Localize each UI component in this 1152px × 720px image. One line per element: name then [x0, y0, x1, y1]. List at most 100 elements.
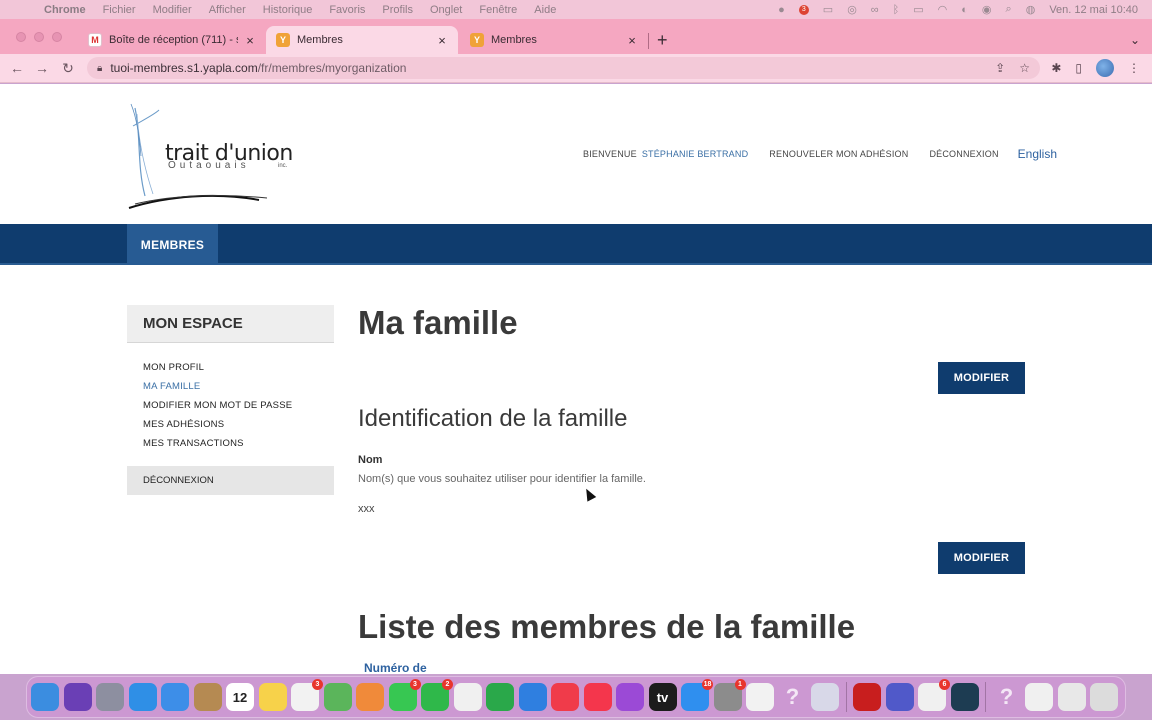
extensions-puzzle-icon[interactable]: ✱	[1051, 61, 1061, 75]
gmail-icon: M	[88, 33, 102, 47]
side-panel-icon[interactable]: ▯	[1075, 61, 1082, 75]
music-icon[interactable]	[583, 683, 612, 711]
tab-gmail[interactable]: M Boîte de réception (711) - sylvi ×	[78, 26, 266, 54]
back-arrow-icon[interactable]: ←	[7, 58, 27, 78]
acrobat-icon[interactable]	[853, 683, 881, 711]
contacts-icon[interactable]	[193, 683, 222, 711]
notes-icon[interactable]	[258, 683, 287, 711]
bluetooth-icon[interactable]: ᛒ	[893, 4, 900, 16]
help-2-icon[interactable]: ?	[993, 683, 1021, 711]
sidebar-item-mon-profil[interactable]: MON PROFIL	[143, 358, 334, 377]
finder-icon[interactable]	[31, 683, 59, 711]
minimize-window-button[interactable]	[34, 32, 44, 42]
address-bar[interactable]: 🔒︎ tuoi-membres.s1.yapla.com/fr/membres/…	[87, 57, 1040, 79]
chrome-menu-icon[interactable]: ⋮	[1128, 61, 1140, 75]
page-title: Ma famille	[358, 304, 518, 341]
window-controls	[16, 32, 62, 42]
launchpad-icon[interactable]	[96, 683, 124, 711]
safari-icon[interactable]	[128, 683, 157, 711]
forward-arrow-icon[interactable]: →	[32, 58, 52, 78]
menu-profils[interactable]: Profils	[382, 4, 413, 16]
sidebar-item-ma-famille[interactable]: MA FAMILLE	[143, 377, 334, 396]
vpn-icon[interactable]	[950, 683, 979, 711]
menu-fichier[interactable]: Fichier	[103, 4, 136, 16]
creative-cloud-icon[interactable]: ∞	[871, 4, 879, 16]
sync-icon[interactable]: ◎	[847, 3, 857, 16]
virtualbox-icon[interactable]	[811, 683, 839, 711]
menu-app-name[interactable]: Chrome	[44, 4, 86, 16]
system-settings-icon[interactable]: 1	[713, 679, 746, 711]
news-icon[interactable]	[551, 683, 579, 711]
table-column-header[interactable]: Numéro de	[364, 661, 427, 674]
nav-membres[interactable]: MEMBRES	[127, 224, 218, 265]
renew-membership-link[interactable]: RENOUVELER MON ADHÉSION	[769, 149, 908, 159]
dock-badge: 1	[734, 679, 746, 690]
menu-afficher[interactable]: Afficher	[209, 4, 246, 16]
battery-icon[interactable]: ▭	[913, 3, 923, 16]
share-icon[interactable]: ⇪	[995, 61, 1005, 75]
calendar-icon[interactable]: 12	[226, 683, 254, 711]
close-window-button[interactable]	[16, 32, 26, 42]
dock-badge: 6	[939, 679, 950, 690]
hd-icon[interactable]: ▭	[823, 3, 833, 16]
clock[interactable]: Ven. 12 mai 10:40	[1049, 4, 1138, 16]
numbers-icon[interactable]	[486, 683, 514, 711]
minimized-window-icon[interactable]	[1057, 683, 1086, 711]
field-value-nom: xxx	[358, 503, 375, 515]
close-tab-icon[interactable]: ×	[626, 33, 638, 48]
language-switch-link[interactable]: English	[1018, 147, 1057, 161]
siri-icon[interactable]	[63, 683, 92, 711]
slack-icon[interactable]: 6	[918, 679, 950, 711]
photos-icon[interactable]	[356, 683, 384, 711]
menu-historique[interactable]: Historique	[263, 4, 313, 16]
tv-icon[interactable]: tv	[648, 683, 677, 711]
zoom-window-button[interactable]	[52, 32, 62, 42]
keynote-icon[interactable]	[518, 683, 547, 711]
main-content: Ma famille MODIFIER Identification de la…	[358, 304, 1025, 674]
tab-membres-active[interactable]: Y Membres ×	[266, 26, 458, 54]
tab-search-chevron-icon[interactable]: ⌄	[1130, 33, 1140, 47]
sidebar-item-mes-transactions[interactable]: MES TRANSACTIONS	[143, 434, 334, 453]
notification-badge[interactable]: 3	[798, 4, 809, 15]
wifi-icon[interactable]: ◠	[938, 3, 948, 16]
teams-icon[interactable]	[885, 683, 914, 711]
sidebar-item-mes-adhesions[interactable]: MES ADHÉSIONS	[143, 415, 334, 434]
preview-icon[interactable]	[1025, 683, 1053, 711]
lock-icon[interactable]: 🔒︎	[97, 63, 102, 74]
freeform-icon[interactable]	[453, 683, 482, 711]
main-nav-bar: MEMBRES	[0, 224, 1152, 265]
new-tab-icon[interactable]: +	[657, 30, 668, 51]
facetime-icon[interactable]: 2	[421, 679, 453, 711]
app-store-icon[interactable]: 18	[681, 679, 713, 711]
menu-fenetre[interactable]: Fenêtre	[479, 4, 517, 16]
menu-modifier[interactable]: Modifier	[153, 4, 192, 16]
microphone-icon[interactable]: ●	[778, 4, 785, 16]
close-tab-icon[interactable]: ×	[244, 33, 256, 48]
menu-favoris[interactable]: Favoris	[329, 4, 365, 16]
spotlight-search-icon[interactable]: ⌕	[1006, 3, 1012, 16]
reminders-icon[interactable]: 3	[291, 679, 323, 711]
sidebar-item-deconnexion[interactable]: DÉCONNEXION	[127, 466, 334, 495]
user-icon[interactable]: ◉	[982, 3, 992, 16]
close-tab-icon[interactable]: ×	[436, 33, 448, 48]
tab-membres[interactable]: Y Membres ×	[460, 26, 648, 54]
podcasts-icon[interactable]	[616, 683, 644, 711]
sidebar-item-modifier-mot-de-passe[interactable]: MODIFIER MON MOT DE PASSE	[143, 396, 334, 415]
help-icon[interactable]: ?	[779, 683, 807, 711]
bookmark-star-icon[interactable]: ☆	[1019, 61, 1030, 75]
chrome-icon[interactable]	[746, 683, 774, 711]
mail-icon[interactable]	[161, 683, 189, 711]
modify-button-top[interactable]: MODIFIER	[938, 362, 1025, 394]
modify-button-bottom[interactable]: MODIFIER	[938, 542, 1025, 574]
control-center-icon[interactable]: ◐	[961, 4, 968, 16]
maps-icon[interactable]	[323, 683, 352, 711]
siri-menu-icon[interactable]: ◍	[1026, 3, 1036, 16]
reload-icon[interactable]: ↻	[58, 58, 78, 78]
welcome-user-link[interactable]: STÉPHANIE BERTRAND	[642, 149, 748, 159]
menu-aide[interactable]: Aide	[534, 4, 556, 16]
menu-onglet[interactable]: Onglet	[430, 4, 462, 16]
messages-icon[interactable]: 3	[388, 679, 421, 711]
logout-link[interactable]: DÉCONNEXION	[929, 149, 998, 159]
profile-avatar[interactable]	[1096, 59, 1114, 77]
trash-icon[interactable]	[1090, 683, 1118, 711]
